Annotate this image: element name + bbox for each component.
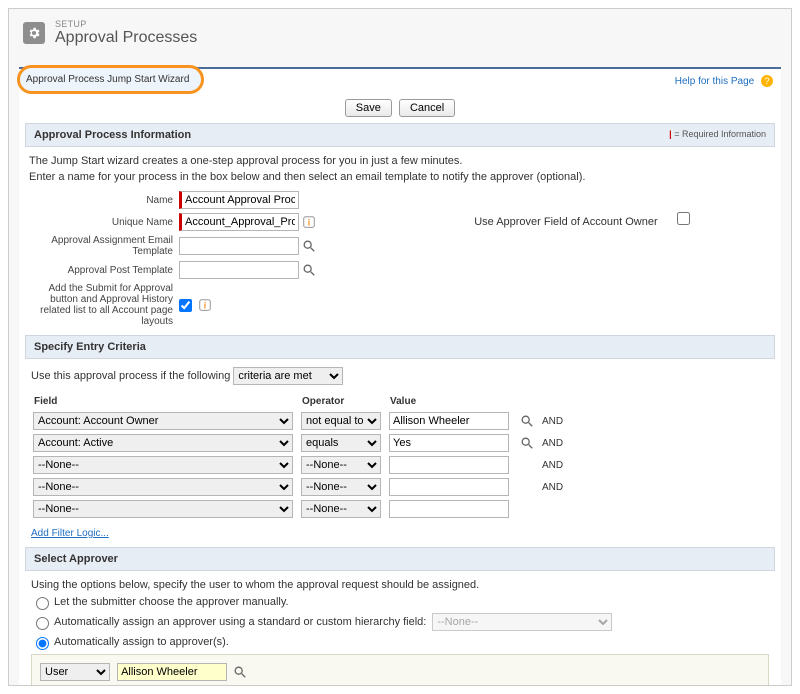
help-for-page-link[interactable]: Help for this Page ? bbox=[675, 75, 773, 87]
gear-icon bbox=[23, 22, 45, 44]
help-icon: ? bbox=[761, 75, 773, 87]
approver-user-input[interactable] bbox=[117, 663, 227, 681]
approver-preamble: Using the options below, specify the use… bbox=[31, 579, 769, 591]
criteria-row: Account: Active equals AND bbox=[33, 433, 569, 453]
lookup-icon[interactable] bbox=[520, 414, 534, 428]
criteria-field-select[interactable]: --None-- bbox=[33, 478, 293, 496]
section-approver: Select Approver bbox=[25, 547, 775, 571]
criteria-value-input[interactable] bbox=[389, 478, 509, 496]
radio-manual[interactable] bbox=[36, 597, 49, 610]
criteria-row: --None-- --None-- bbox=[33, 499, 569, 519]
page-header: SETUP Approval Processes bbox=[9, 9, 791, 53]
conj: AND bbox=[542, 433, 569, 453]
cancel-button[interactable]: Cancel bbox=[399, 99, 455, 117]
top-button-bar: Save Cancel bbox=[25, 93, 775, 123]
approver-field-checkbox[interactable] bbox=[677, 212, 690, 225]
wizard-title-pill: Approval Process Jump Start Wizard bbox=[17, 65, 204, 94]
save-button[interactable]: Save bbox=[345, 99, 392, 117]
criteria-condition-select[interactable]: criteria are met bbox=[233, 367, 343, 385]
name-label: Name bbox=[29, 195, 179, 206]
approver-type-select[interactable]: User bbox=[40, 663, 110, 681]
add-submit-checkbox[interactable] bbox=[179, 299, 192, 312]
criteria-row: --None-- --None-- AND bbox=[33, 477, 569, 497]
approver-field-label: Use Approver Field of Account Owner bbox=[474, 216, 657, 228]
email-template-input[interactable] bbox=[179, 237, 299, 255]
lookup-icon[interactable] bbox=[302, 239, 316, 253]
conj: AND bbox=[542, 411, 569, 431]
radio-manual-label: Let the submitter choose the approver ma… bbox=[54, 596, 289, 608]
section-approval-info: Approval Process Information | = Require… bbox=[25, 123, 775, 147]
section-criteria: Specify Entry Criteria bbox=[25, 335, 775, 359]
intro-line1: The Jump Start wizard creates a one-step… bbox=[25, 147, 775, 169]
email-template-label: Approval Assignment Email Template bbox=[29, 235, 179, 257]
help-link-text: Help for this Page bbox=[675, 76, 755, 87]
page-title: Approval Processes bbox=[55, 29, 197, 47]
col-operator: Operator bbox=[301, 395, 387, 409]
col-field: Field bbox=[33, 395, 299, 409]
criteria-op-select[interactable]: --None-- bbox=[301, 478, 381, 496]
intro-line2: Enter a name for your process in the box… bbox=[25, 169, 775, 185]
conj: AND bbox=[542, 477, 569, 497]
radio-hierarchy-label: Automatically assign an approver using a… bbox=[54, 616, 426, 628]
add-filter-logic-link[interactable]: Add Filter Logic... bbox=[31, 528, 109, 539]
setup-label: SETUP bbox=[55, 19, 197, 29]
name-input[interactable] bbox=[179, 191, 299, 209]
conj: AND bbox=[542, 455, 569, 475]
criteria-field-select[interactable]: Account: Account Owner bbox=[33, 412, 293, 430]
criteria-value-input[interactable] bbox=[389, 412, 509, 430]
criteria-field-select[interactable]: --None-- bbox=[33, 456, 293, 474]
post-template-input[interactable] bbox=[179, 261, 299, 279]
required-info-note: | = Required Information bbox=[669, 129, 766, 139]
criteria-op-select[interactable]: --None-- bbox=[301, 500, 381, 518]
info-icon[interactable]: i bbox=[302, 215, 316, 229]
conj bbox=[542, 499, 569, 519]
radio-auto-label: Automatically assign to approver(s). bbox=[54, 636, 229, 648]
criteria-op-select[interactable]: --None-- bbox=[301, 456, 381, 474]
criteria-row: --None-- --None-- AND bbox=[33, 455, 569, 475]
lookup-icon[interactable] bbox=[302, 263, 316, 277]
add-submit-label: Add the Submit for Approval button and A… bbox=[29, 283, 179, 327]
criteria-op-select[interactable]: equals bbox=[301, 434, 381, 452]
post-template-label: Approval Post Template bbox=[29, 265, 179, 276]
criteria-row: Account: Account Owner not equal to AND bbox=[33, 411, 569, 431]
svg-text:i: i bbox=[308, 218, 310, 228]
criteria-op-select[interactable]: not equal to bbox=[301, 412, 381, 430]
radio-hierarchy[interactable] bbox=[36, 617, 49, 630]
svg-text:i: i bbox=[204, 301, 206, 311]
unique-name-label: Unique Name bbox=[29, 217, 179, 228]
criteria-value-input[interactable] bbox=[389, 434, 509, 452]
info-icon[interactable]: i bbox=[198, 298, 212, 312]
criteria-field-select[interactable]: Account: Active bbox=[33, 434, 293, 452]
lookup-icon[interactable] bbox=[520, 436, 534, 450]
lookup-icon[interactable] bbox=[233, 665, 247, 679]
section-approval-info-title: Approval Process Information bbox=[34, 129, 191, 141]
radio-auto[interactable] bbox=[36, 637, 49, 650]
hierarchy-field-select: --None-- bbox=[432, 613, 612, 631]
criteria-value-input[interactable] bbox=[389, 456, 509, 474]
criteria-value-input[interactable] bbox=[389, 500, 509, 518]
criteria-field-select[interactable]: --None-- bbox=[33, 500, 293, 518]
col-value: Value bbox=[389, 395, 515, 409]
unique-name-input[interactable] bbox=[179, 213, 299, 231]
criteria-preamble: Use this approval process if the followi… bbox=[31, 370, 230, 382]
